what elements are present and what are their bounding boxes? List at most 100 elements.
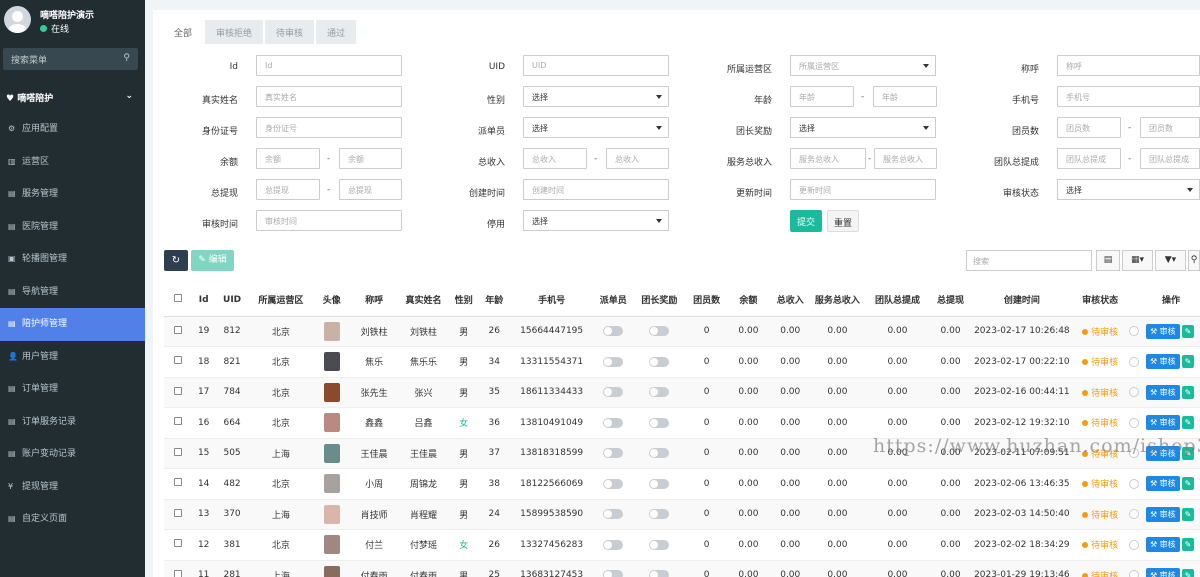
edit-button[interactable]: ✎ 编辑	[191, 250, 234, 271]
row-checkbox[interactable]	[173, 569, 182, 577]
toggle-switch[interactable]	[649, 570, 670, 577]
sidebar-item[interactable]: ▥ 运营区	[0, 146, 145, 179]
toggle-switch[interactable]	[603, 387, 624, 397]
toggle-switch[interactable]	[1128, 539, 1139, 550]
menu-section-header[interactable]: ♥ 嘀嗒陪护 ⌄	[0, 86, 145, 108]
audit-button[interactable]: ⚒ 审核	[1145, 354, 1180, 370]
toggle-switch[interactable]	[603, 448, 624, 458]
filter-realname-input[interactable]: 真实姓名	[256, 86, 402, 107]
row-edit-button[interactable]: ✎	[1181, 416, 1195, 430]
filter-total-withdraw-max[interactable]: 总提现	[339, 179, 402, 200]
columns-button[interactable]: ▦▾	[1122, 250, 1153, 271]
filter-age-min[interactable]: 年龄	[790, 86, 854, 107]
toggle-switch[interactable]	[603, 509, 624, 519]
filter-audit-status-select[interactable]: 选择	[1057, 179, 1200, 200]
filter-team-commission-min[interactable]: 团队总提成	[1057, 148, 1121, 169]
row-edit-button[interactable]: ✎	[1181, 385, 1195, 399]
filter-gender-select[interactable]: 选择	[523, 86, 669, 107]
sidebar-item[interactable]: ▣ 轮播图管理	[0, 243, 145, 276]
audit-button[interactable]: ⚒ 审核	[1145, 323, 1180, 339]
row-edit-button[interactable]: ✎	[1181, 324, 1195, 338]
row-checkbox[interactable]	[173, 417, 182, 426]
audit-button[interactable]: ⚒ 审核	[1145, 537, 1180, 553]
row-checkbox[interactable]	[173, 356, 182, 365]
audit-button[interactable]: ⚒ 审核	[1145, 567, 1180, 577]
toggle-switch[interactable]	[603, 539, 624, 550]
sidebar-item[interactable]: ▤ 订单管理	[0, 373, 145, 406]
toggle-switch[interactable]	[1128, 356, 1139, 367]
row-checkbox[interactable]	[173, 386, 182, 395]
row-checkbox[interactable]	[173, 539, 182, 548]
row-edit-button[interactable]: ✎	[1181, 568, 1195, 577]
toggle-switch[interactable]	[1128, 509, 1139, 519]
toggle-switch[interactable]	[603, 570, 624, 577]
audit-button[interactable]: ⚒ 审核	[1145, 476, 1180, 492]
audit-button[interactable]: ⚒ 审核	[1145, 415, 1180, 431]
toggle-switch[interactable]	[1128, 387, 1139, 397]
select-all-checkbox[interactable]	[173, 294, 182, 303]
filter-balance-min[interactable]: 余额	[256, 148, 320, 169]
filter-total-income-max[interactable]: 总收入	[606, 148, 669, 169]
toggle-switch[interactable]	[649, 478, 670, 489]
filter-idcard-input[interactable]: 身份证号	[256, 117, 402, 138]
filter-create-time-input[interactable]: 创建时间	[523, 179, 669, 200]
sidebar-item[interactable]: ▤ 服务管理	[0, 178, 145, 211]
search-toggle-button[interactable]: ⚲	[1188, 250, 1200, 271]
table-row[interactable]: 14 482 北京 小周 周锦龙男 38 18122566069 0 0.00 0.00 0.00 0…	[164, 468, 1200, 500]
toggle-switch[interactable]	[1128, 326, 1139, 336]
filter-total-income-min[interactable]: 总收入	[523, 148, 587, 169]
filter-age-max[interactable]: 年龄	[873, 86, 937, 107]
row-edit-button[interactable]: ✎	[1181, 538, 1195, 552]
audit-button[interactable]: ⚒ 审核	[1145, 384, 1180, 400]
sidebar-item[interactable]: ⚙ 应用配置	[0, 113, 145, 146]
row-checkbox[interactable]	[173, 508, 182, 517]
sidebar-item[interactable]: ▤ 导航管理	[0, 276, 145, 309]
toggle-view-button[interactable]: ▤	[1096, 250, 1120, 271]
sidebar-item[interactable]: ▤ 自定义页面	[0, 503, 145, 536]
sidebar-item[interactable]: ▤ 陪护师管理	[0, 308, 145, 341]
filter-service-income-max[interactable]: 服务总收入	[874, 148, 937, 169]
toggle-switch[interactable]	[649, 448, 670, 458]
filter-phone-input[interactable]: 手机号	[1057, 86, 1200, 107]
tab[interactable]: 通过	[316, 20, 357, 44]
toggle-switch[interactable]	[603, 356, 624, 367]
sidebar-item[interactable]: ¥ 提现管理	[0, 471, 145, 504]
filter-team-count-min[interactable]: 团员数	[1057, 117, 1121, 138]
table-row[interactable]: 18 821 北京 焦乐 焦乐乐男 34 13311554371 0 0.00 0.00 0.00 0…	[164, 346, 1200, 378]
table-row[interactable]: 17 784 北京 张先生 张兴男 35 18611334433 0 0.00 0.00 0.00 0…	[164, 377, 1200, 408]
row-edit-button[interactable]: ✎	[1181, 507, 1195, 521]
toggle-switch[interactable]	[649, 417, 670, 428]
filter-audit-time-input[interactable]: 审核时间	[256, 210, 402, 231]
toggle-switch[interactable]	[603, 417, 624, 428]
row-checkbox[interactable]	[173, 325, 182, 334]
table-search-input[interactable]: 搜索	[966, 250, 1092, 271]
toggle-switch[interactable]	[649, 326, 670, 336]
table-row[interactable]: 12 381 北京 付兰 付梦瑶女 26 13327456283 0 0.00 0.00 0.00 0…	[164, 529, 1200, 561]
toggle-switch[interactable]	[649, 509, 670, 519]
filter-update-time-input[interactable]: 更新时间	[790, 179, 936, 200]
filter-service-income-min[interactable]: 服务总收入	[790, 148, 866, 169]
table-row[interactable]: 13 370 上海 肖技师 肖程耀男 24 15899538590 0 0.00 0.00 0.00…	[164, 499, 1200, 530]
filter-id-input[interactable]: Id	[256, 55, 402, 76]
search-icon[interactable]: ⚲	[123, 53, 130, 63]
toggle-switch[interactable]	[649, 387, 670, 397]
tab[interactable]: 待审核	[265, 20, 315, 44]
refresh-button[interactable]: ↻	[164, 250, 188, 271]
toggle-switch[interactable]	[1128, 478, 1139, 489]
sidebar-item[interactable]: 👤 用户管理	[0, 341, 145, 374]
filter-team-commission-max[interactable]: 团队总提成	[1140, 148, 1200, 169]
filter-total-withdraw-min[interactable]: 总提现	[256, 179, 320, 200]
sidebar-item[interactable]: ▤ 账户变动记录	[0, 438, 145, 471]
filter-nickname-input[interactable]: 称呼	[1057, 55, 1200, 76]
row-checkbox[interactable]	[173, 447, 182, 456]
filter-dispatch-select[interactable]: 选择	[523, 117, 669, 138]
filter-disabled-select[interactable]: 选择	[523, 210, 669, 231]
row-checkbox[interactable]	[173, 478, 182, 487]
table-row[interactable]: 16 664 北京 鑫鑫 吕鑫女 36 13810491049 0 0.00 0.00 0.00 0.…	[164, 407, 1200, 439]
toggle-switch[interactable]	[603, 326, 624, 336]
sidebar-item[interactable]: ▤ 订单服务记录	[0, 406, 145, 439]
table-row[interactable]: 11 281 上海 付春雨 付春雨男 25 13683127453 0 0.00 0.00 0.00…	[164, 560, 1200, 577]
filter-uid-input[interactable]: UID	[523, 55, 669, 76]
menu-search-input[interactable]: 搜索菜单 ⚲	[3, 48, 138, 70]
row-edit-button[interactable]: ✎	[1181, 355, 1195, 369]
